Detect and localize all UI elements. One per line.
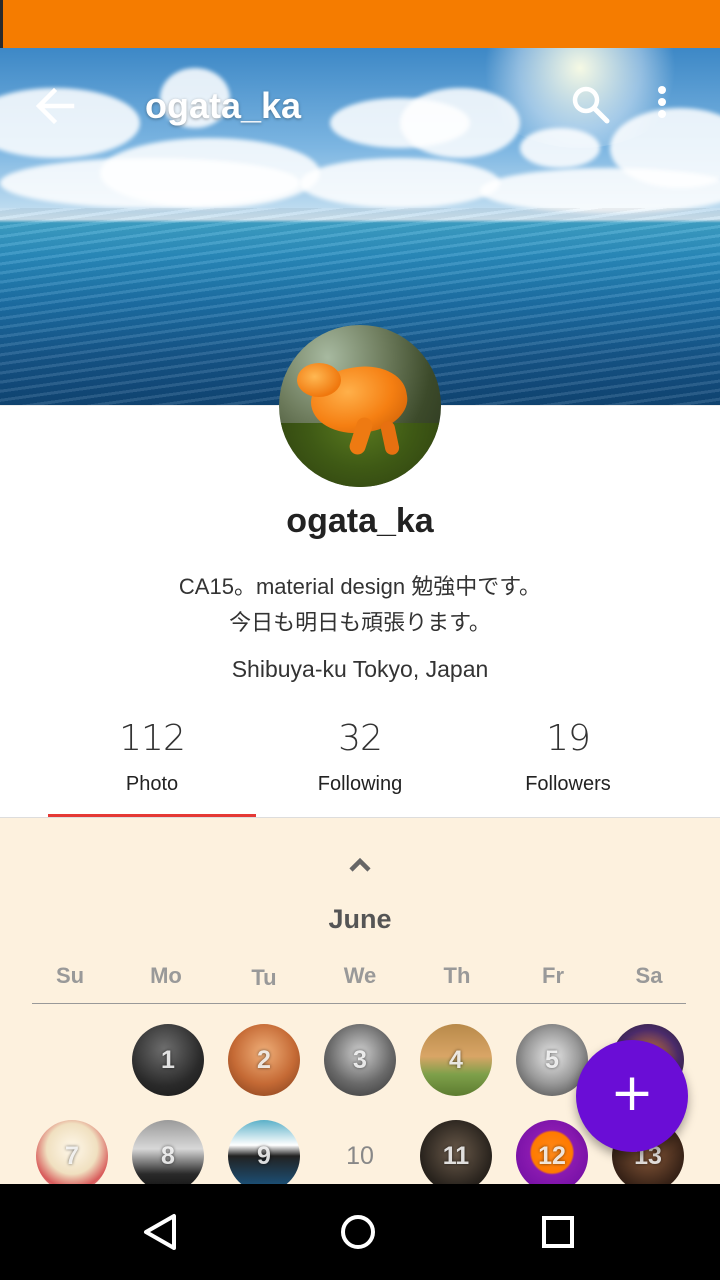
photo-count: 112 — [119, 718, 186, 759]
search-button[interactable] — [566, 80, 616, 130]
arrow-back-icon — [35, 87, 75, 125]
tab-following[interactable]: 32 Following — [256, 718, 464, 818]
profile-bio: CA15。material design 勉強中です。 今日も明日も頑張ります。 — [0, 569, 720, 641]
nav-back-button[interactable] — [130, 1202, 190, 1262]
bio-line-1: CA15。material design 勉強中です。 — [178, 574, 542, 599]
search-icon — [572, 86, 610, 124]
followers-label: Followers — [525, 773, 611, 795]
calendar-month: June — [328, 904, 392, 934]
add-icon: + — [610, 1063, 654, 1123]
status-bar — [0, 0, 720, 48]
profile-avatar[interactable] — [279, 325, 441, 487]
nav-home-button[interactable] — [328, 1202, 388, 1262]
system-nav-bar — [0, 1184, 720, 1280]
profile-username: ogata_ka — [286, 502, 434, 540]
weekday-label: Su — [55, 963, 85, 988]
calendar-day[interactable]: 2 — [228, 1024, 300, 1096]
toolbar-title: ogata_ka — [145, 85, 302, 126]
weekday-label: Sa — [635, 963, 663, 988]
calendar-day[interactable]: 11 — [420, 1120, 492, 1192]
more-options-button[interactable] — [642, 78, 682, 134]
calendar-day[interactable]: 9 — [228, 1120, 300, 1192]
calendar-day[interactable]: 10 — [324, 1120, 396, 1192]
calendar-day[interactable]: 1 — [132, 1024, 204, 1096]
app-toolbar: ogata_ka — [0, 48, 720, 160]
following-count: 32 — [338, 718, 383, 759]
weekday-label: We — [343, 963, 377, 988]
following-label: Following — [317, 773, 403, 795]
tab-photo[interactable]: 112 Photo — [48, 718, 256, 818]
followers-count: 19 — [546, 718, 591, 759]
weekday-label: Mo — [150, 963, 182, 988]
collapse-calendar-button[interactable] — [340, 848, 380, 882]
more-vert-icon — [658, 86, 666, 118]
tab-followers[interactable]: 19 Followers — [464, 718, 672, 818]
chevron-up-icon — [349, 857, 371, 872]
photo-label: Photo — [125, 773, 179, 795]
add-photo-button[interactable]: + — [576, 1040, 688, 1152]
calendar-day[interactable]: 3 — [324, 1024, 396, 1096]
nav-recents-button[interactable] — [528, 1202, 588, 1262]
circle-home-icon — [341, 1215, 375, 1249]
calendar-day[interactable]: 4 — [420, 1024, 492, 1096]
calendar-day[interactable]: 7 — [36, 1120, 108, 1192]
weekday-label: Tu — [251, 965, 277, 990]
bio-line-2: 今日も明日も頑張ります。 — [229, 610, 491, 635]
calendar-divider — [32, 1003, 686, 1004]
back-button[interactable] — [26, 78, 86, 134]
weekday-label: Th — [443, 963, 471, 988]
square-recents-icon — [542, 1216, 574, 1248]
weekday-label: Fr — [542, 963, 564, 988]
triangle-back-icon — [144, 1214, 176, 1250]
profile-location: Shibuya-ku Tokyo, Japan — [231, 656, 489, 682]
calendar-day[interactable]: 8 — [132, 1120, 204, 1192]
